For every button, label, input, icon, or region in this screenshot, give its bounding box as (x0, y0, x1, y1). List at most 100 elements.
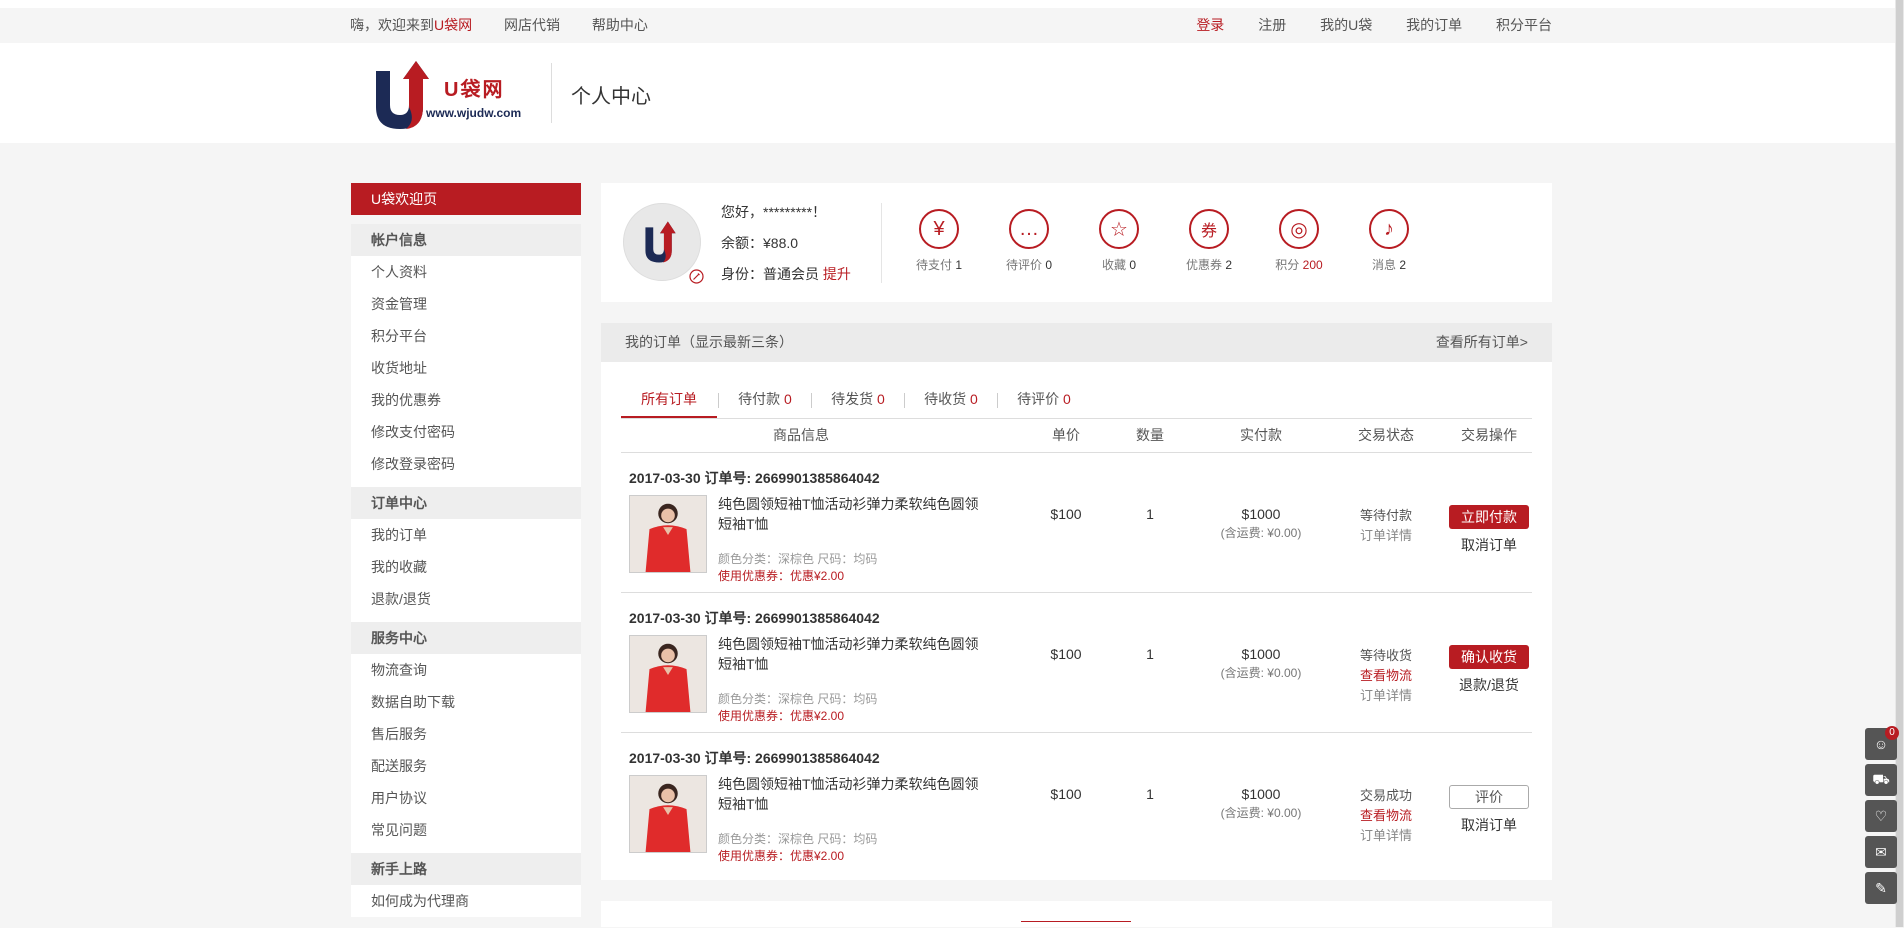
sidebar-item-pay-password[interactable]: 修改支付密码 (351, 416, 581, 448)
confirm-receipt-button[interactable]: 确认收货 (1449, 645, 1529, 669)
view-all-orders-link[interactable]: 查看所有订单> (1436, 323, 1528, 362)
user-info: 您好，*********！ 余额：¥88.0 身份：普通会员 提升 (721, 197, 851, 290)
my-orders-link[interactable]: 我的订单 (1406, 17, 1462, 33)
product-name[interactable]: 纯色圆领短袖T恤活动衫弹力柔软纯色圆领短袖T恤 (718, 634, 988, 674)
edit-avatar-icon[interactable] (689, 269, 704, 284)
sidebar-item-my-orders[interactable]: 我的订单 (351, 519, 581, 551)
order-meta: 2017-03-30 订单号: 2669901385864042 (629, 610, 880, 626)
product-image-icon (630, 496, 706, 572)
product-spec: 颜色分类：深棕色 尺码：均码 (718, 692, 878, 706)
cart-icon[interactable]: ⛟ (1865, 764, 1897, 796)
col-actions: 交易操作 (1461, 427, 1517, 443)
coins-icon: ◎ (1279, 209, 1319, 249)
user-icon[interactable]: ☺ 0 (1865, 726, 1899, 760)
product-image-icon (630, 776, 706, 852)
sidebar-item-points[interactable]: 积分平台 (351, 320, 581, 352)
my-udai-link[interactable]: 我的U袋 (1320, 17, 1372, 33)
logo-text: U袋网 (444, 79, 505, 101)
message-icon[interactable]: ✉ (1865, 836, 1897, 868)
sidebar-item-after-sales[interactable]: 售后服务 (351, 718, 581, 750)
sidebar-item-favorites[interactable]: 我的收藏 (351, 551, 581, 583)
product-spec: 颜色分类：深棕色 尺码：均码 (718, 552, 878, 566)
sidebar-item-address[interactable]: 收货地址 (351, 352, 581, 384)
unit-price: $100 (1050, 786, 1082, 802)
next-section-card (601, 901, 1552, 927)
sidebar-item-login-password[interactable]: 修改登录密码 (351, 448, 581, 480)
sidebar-item-faq[interactable]: 常见问题 (351, 814, 581, 846)
stat-pending-payment[interactable]: ¥ 待支付 1 (894, 209, 984, 273)
sidebar-item-data-download[interactable]: 数据自助下载 (351, 686, 581, 718)
unit-price: $100 (1050, 646, 1082, 662)
stat-favorites[interactable]: ☆ 收藏 0 (1074, 209, 1164, 273)
stat-coupons[interactable]: 券 优惠券 2 (1164, 209, 1254, 273)
header-divider (551, 63, 552, 123)
topbar-link-help[interactable]: 帮助中心 (592, 17, 648, 33)
upgrade-link[interactable]: 提升 (823, 266, 851, 282)
coupon-used: 使用优惠券：优惠¥2.00 (718, 849, 845, 863)
user-summary-card: 您好，*********！ 余额：¥88.0 身份：普通会员 提升 ¥ 待支付 … (601, 183, 1552, 302)
stat-pending-review[interactable]: … 待评价 0 (984, 209, 1074, 273)
sidebar-item-profile[interactable]: 个人资料 (351, 256, 581, 288)
yen-icon: ¥ (919, 209, 959, 249)
tab-pending-payment[interactable]: 待付款 0 (719, 383, 811, 416)
product-thumbnail[interactable] (629, 635, 707, 713)
order-actions: 立即付款 取消订单 (1419, 505, 1559, 555)
sidebar-item-user-agreement[interactable]: 用户协议 (351, 782, 581, 814)
sidebar-gap (351, 615, 581, 622)
sidebar-item-coupons[interactable]: 我的优惠券 (351, 384, 581, 416)
order-actions: 评价 取消订单 (1419, 785, 1559, 835)
sidebar-item-delivery[interactable]: 配送服务 (351, 750, 581, 782)
points-platform-link[interactable]: 积分平台 (1496, 17, 1552, 33)
order-meta: 2017-03-30 订单号: 2669901385864042 (629, 470, 880, 486)
order-meta: 2017-03-30 订单号: 2669901385864042 (629, 750, 880, 766)
product-thumbnail[interactable] (629, 495, 707, 573)
sidebar: U袋欢迎页 帐户信息 个人资料 资金管理 积分平台 收货地址 我的优惠券 修改支… (351, 183, 581, 917)
coupon-used: 使用优惠券：优惠¥2.00 (718, 709, 845, 723)
col-product-info: 商品信息 (773, 427, 829, 443)
product-name[interactable]: 纯色圆领短袖T恤活动衫弹力柔软纯色圆领短袖T恤 (718, 494, 988, 534)
tab-pending-review[interactable]: 待评价 0 (998, 383, 1090, 416)
sidebar-gap (351, 480, 581, 487)
sidebar-item-funds[interactable]: 资金管理 (351, 288, 581, 320)
sidebar-group-service: 服务中心 (351, 622, 581, 654)
heart-icon[interactable]: ♡ (1865, 800, 1897, 832)
product-spec: 颜色分类：深棕色 尺码：均码 (718, 832, 878, 846)
orders-panel: 我的订单（显示最新三条） 查看所有订单> 所有订单 待付款 0 待发货 0 待收… (601, 323, 1552, 880)
logo-url: www.wjudw.com (426, 106, 522, 120)
sidebar-item-logistics[interactable]: 物流查询 (351, 654, 581, 686)
cancel-order-link[interactable]: 取消订单 (1419, 815, 1559, 835)
product-thumbnail[interactable] (629, 775, 707, 853)
user-balance: 余额：¥88.0 (721, 235, 799, 251)
tab-all-orders[interactable]: 所有订单 (621, 383, 717, 418)
stat-points[interactable]: ◎ 积分 200 (1254, 209, 1344, 273)
tab-pending-receipt[interactable]: 待收货 0 (905, 383, 997, 416)
sidebar-item-become-agent[interactable]: 如何成为代理商 (351, 885, 581, 917)
user-badge: 0 (1885, 726, 1899, 740)
register-link[interactable]: 注册 (1258, 17, 1286, 33)
sidebar-item-welcome[interactable]: U袋欢迎页 (351, 183, 581, 215)
sidebar-item-refunds[interactable]: 退款/退货 (351, 583, 581, 615)
order-actions: 确认收货 退款/退货 (1419, 645, 1559, 695)
pay-now-button[interactable]: 立即付款 (1449, 505, 1529, 529)
order-row: 2017-03-30 订单号: 2669901385864042 纯色圆领短袖T… (621, 733, 1532, 872)
stat-messages[interactable]: ♪ 消息 2 (1344, 209, 1434, 273)
cancel-order-link[interactable]: 取消订单 (1419, 535, 1559, 555)
right-toolbar: ☺ 0 ⛟ ♡ ✉ ✎ (1865, 726, 1899, 908)
top-bar: 嗨，欢迎来到U袋网 网店代销 帮助中心 登录 注册 我的U袋 我的订单 积分平台 (0, 0, 1895, 43)
product-image-icon (630, 636, 706, 712)
topbar-link-shop-agent[interactable]: 网店代销 (504, 17, 560, 33)
refund-return-link[interactable]: 退款/退货 (1419, 675, 1559, 695)
unit-price: $100 (1050, 506, 1082, 522)
user-greeting: 您好，*********！ (721, 204, 827, 220)
coupon-used: 使用优惠券：优惠¥2.00 (718, 569, 845, 583)
card-divider (881, 203, 882, 283)
user-identity: 身份：普通会员 提升 (721, 266, 851, 282)
login-link[interactable]: 登录 (1196, 17, 1224, 33)
product-name[interactable]: 纯色圆领短袖T恤活动衫弹力柔软纯色圆领短袖T恤 (718, 774, 988, 814)
review-button[interactable]: 评价 (1449, 785, 1529, 809)
scrollbar-thumb[interactable] (1896, 0, 1903, 927)
order-row: 2017-03-30 订单号: 2669901385864042 纯色圆领短袖T… (621, 593, 1532, 733)
tab-pending-shipment[interactable]: 待发货 0 (812, 383, 904, 416)
edit-icon[interactable]: ✎ (1865, 872, 1897, 904)
order-row: 2017-03-30 订单号: 2669901385864042 纯色圆领短袖T… (621, 453, 1532, 593)
